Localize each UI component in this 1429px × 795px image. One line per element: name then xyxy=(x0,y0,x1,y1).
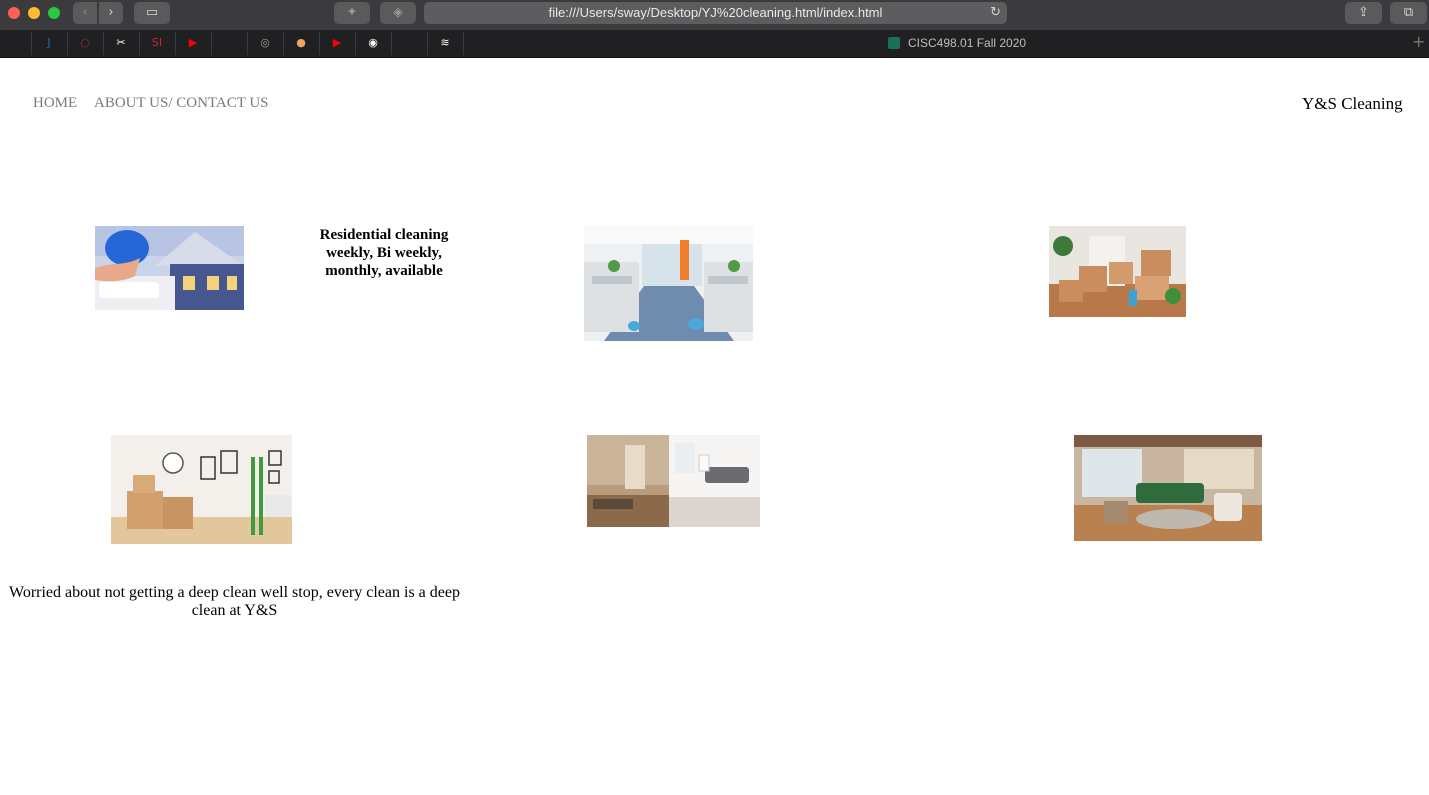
youtube-icon[interactable]: ▶ xyxy=(184,34,202,52)
residential-service-text: Residential cleaning weekly, Bi weekly, … xyxy=(319,227,449,279)
zoom-window-button[interactable] xyxy=(48,7,60,19)
back-button[interactable]: ‹ xyxy=(73,2,97,24)
favorites-separator xyxy=(355,32,356,55)
house-cleaning-photo xyxy=(95,226,244,310)
tab-overview-button[interactable]: ⧉ xyxy=(1390,2,1427,24)
nav-home-link[interactable]: HOME xyxy=(33,95,77,112)
favorites-separator xyxy=(247,32,248,55)
favorites-separator xyxy=(103,32,104,55)
tools-icon[interactable]: ✂ xyxy=(112,34,130,52)
compass-icon[interactable]: ◎ xyxy=(256,34,274,52)
new-tab-button[interactable]: + xyxy=(1412,32,1425,51)
chevron-right-icon: › xyxy=(108,5,114,20)
share-button[interactable]: ⇪ xyxy=(1345,2,1382,24)
reload-icon[interactable]: ↻ xyxy=(990,2,1001,24)
sidebar-icon: ▭ xyxy=(145,5,159,20)
chevron-left-icon: ‹ xyxy=(82,5,88,20)
minimize-window-button[interactable] xyxy=(28,7,40,19)
sidebar-toggle-button[interactable]: ▭ xyxy=(134,2,170,24)
favorites-separator xyxy=(463,32,464,55)
url-text: file:///Users/sway/Desktop/YJ%20cleaning… xyxy=(548,5,883,20)
empty-room-boxes-photo xyxy=(111,435,292,544)
ring-icon[interactable]: ◌ xyxy=(76,34,94,52)
favorites-separator xyxy=(139,32,140,55)
blank-icon[interactable] xyxy=(472,34,490,52)
orange-icon[interactable]: ● xyxy=(292,34,310,52)
deep-clean-promo-text: Worried about not getting a deep clean w… xyxy=(9,584,460,619)
privacy-shield-button[interactable]: ◈ xyxy=(380,2,416,24)
j-icon[interactable]: J xyxy=(40,34,58,52)
blank-icon[interactable] xyxy=(220,34,238,52)
office-cleaning-photo xyxy=(584,226,753,341)
favorites-separator xyxy=(67,32,68,55)
moving-boxes-photo xyxy=(1049,226,1186,317)
si-icon[interactable]: SI xyxy=(148,34,166,52)
favorites-separator xyxy=(211,32,212,55)
github-icon[interactable]: ◉ xyxy=(364,34,382,52)
extension-icon: ✦ xyxy=(346,5,358,20)
brand-name: Y&S Cleaning xyxy=(1302,94,1403,113)
extension-button[interactable]: ✦ xyxy=(334,2,370,24)
favorites-separator xyxy=(31,32,32,55)
active-tab[interactable]: CISC498.01 Fall 2020 xyxy=(888,36,1026,50)
favorites-separator xyxy=(427,32,428,55)
before-after-renovation-photo xyxy=(587,435,760,527)
share-icon: ⇪ xyxy=(1358,5,1369,20)
nav-about-contact-link[interactable]: ABOUT US/ CONTACT US xyxy=(94,95,269,112)
youtube-icon[interactable]: ▶ xyxy=(328,34,346,52)
favorites-separator xyxy=(319,32,320,55)
living-room-photo xyxy=(1074,435,1262,541)
close-window-button[interactable] xyxy=(8,7,20,19)
favorites-bar: J ◌ ✂ SI ▶ ◎ ● ▶ ◉ ≋ CISC498.01 Fall 2020 + xyxy=(0,30,1429,58)
rss-icon[interactable]: ≋ xyxy=(436,34,454,52)
favorites-separator xyxy=(283,32,284,55)
favorites-separator xyxy=(175,32,176,55)
tab-favicon-icon xyxy=(888,37,900,49)
address-bar[interactable]: file:///Users/sway/Desktop/YJ%20cleaning… xyxy=(424,2,1007,24)
forward-button[interactable]: › xyxy=(99,2,123,24)
browser-titlebar: ‹ › ▭ ✦ ◈ file:///Users/sway/Desktop/YJ%… xyxy=(0,0,1429,30)
active-tab-title: CISC498.01 Fall 2020 xyxy=(908,36,1027,50)
favorites-separator xyxy=(391,32,392,55)
tabs-icon: ⧉ xyxy=(1403,5,1414,20)
shield-icon: ◈ xyxy=(393,5,403,20)
blank-icon[interactable] xyxy=(400,34,418,52)
